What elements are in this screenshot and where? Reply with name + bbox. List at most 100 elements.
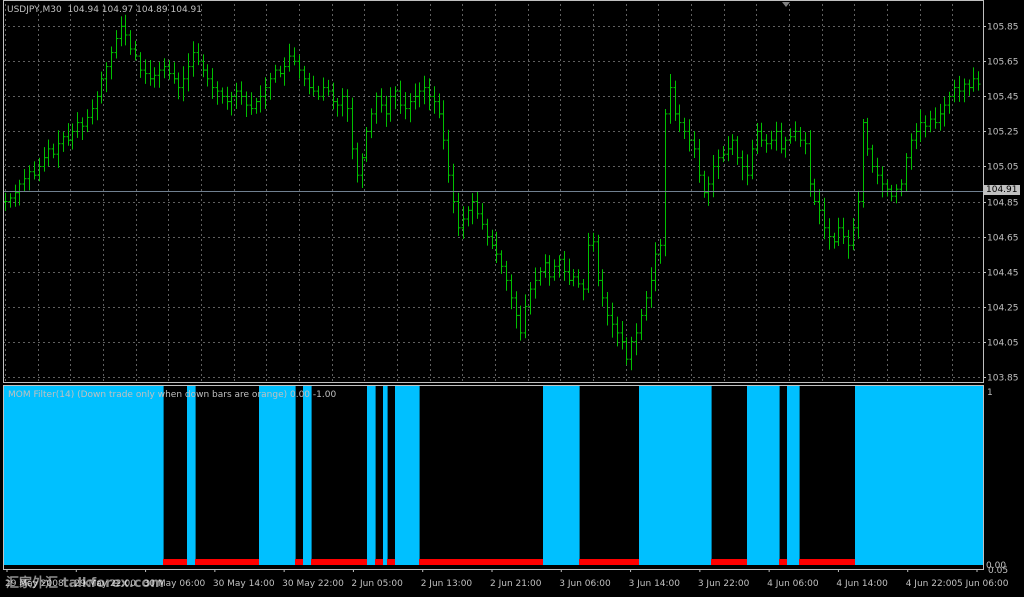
indicator-bar-up xyxy=(919,385,924,565)
indicator-bar-down xyxy=(595,559,600,565)
indicator-bar-up xyxy=(543,385,548,565)
indicator-bar-up xyxy=(859,385,864,565)
indicator-bar-up xyxy=(559,385,564,565)
indicator-bar-down xyxy=(311,559,316,565)
indicator-bar-down xyxy=(495,559,500,565)
indicator-bar-up xyxy=(411,385,416,565)
indicator-bar-down xyxy=(847,559,852,565)
indicator-bar-down xyxy=(355,559,360,565)
indicator-bar-down xyxy=(711,559,716,565)
indicator-bar-up xyxy=(15,385,20,565)
indicator-bar-up xyxy=(687,385,692,565)
indicator-bar-down xyxy=(843,559,848,565)
indicator-bar-down xyxy=(443,559,448,565)
indicator-bar-up xyxy=(63,385,68,565)
indicator-bar-up xyxy=(659,385,664,565)
indicator-bar-down xyxy=(295,559,300,565)
indicator-bar-up xyxy=(691,385,696,565)
indicator-bar-up xyxy=(927,385,932,565)
symbol-label: USDJPY,M30 xyxy=(7,5,62,15)
indicator-bar-down xyxy=(535,559,540,565)
indicator-bar-down xyxy=(515,559,520,565)
indicator-bar-up xyxy=(43,385,48,565)
indicator-bar-up xyxy=(23,385,28,565)
indicator-bar-up xyxy=(67,385,72,565)
indicator-bar-down xyxy=(627,559,632,565)
indicator-bar-down xyxy=(299,559,304,565)
indicator-bar-up xyxy=(675,385,680,565)
indicator-bar-up xyxy=(699,385,704,565)
indicator-bar-up xyxy=(939,385,944,565)
indicator-bar-up xyxy=(395,385,400,565)
time-tick-label: 5 Jun 06:00 xyxy=(957,579,1009,589)
indicator-bar-up xyxy=(83,385,88,565)
indicator-bar-down xyxy=(227,559,232,565)
indicator-bar-up xyxy=(79,385,84,565)
indicator-bar-up xyxy=(979,385,984,565)
indicator-bar-down xyxy=(715,559,720,565)
indicator-bar-down xyxy=(635,559,640,565)
indicator-bar-up xyxy=(879,385,884,565)
indicator-bar-down xyxy=(231,559,236,565)
indicator-bar-down xyxy=(719,559,724,565)
indicator-bar-up xyxy=(11,385,16,565)
indicator-bar-up xyxy=(399,385,404,565)
indicator-bar-down xyxy=(171,559,176,565)
indicator-bar-up xyxy=(703,385,708,565)
indicator-bar-down xyxy=(375,559,380,565)
indicator-bar-up xyxy=(967,385,972,565)
indicator-bar-down xyxy=(835,559,840,565)
indicator-bar-down xyxy=(247,559,252,565)
indicator-bar-down xyxy=(539,559,544,565)
indicator-pane[interactable] xyxy=(3,385,984,565)
indicator-bar-down xyxy=(471,559,476,565)
indicator-bar-up xyxy=(59,385,64,565)
indicator-bar-up xyxy=(267,385,272,565)
indicator-bar-down xyxy=(219,559,224,565)
indicator-bar-down xyxy=(447,559,452,565)
indicator-bar-up xyxy=(7,385,12,565)
indicator-bar-up xyxy=(795,385,800,565)
indicator-bar-down xyxy=(631,559,636,565)
chart-window[interactable]: 105.85 105.65 105.45 105.25 105.05 104.85 104.… xyxy=(0,0,1024,594)
indicator-bar-down xyxy=(803,559,808,565)
indicator-bar-up xyxy=(891,385,896,565)
indicator-bar-down xyxy=(811,559,816,565)
indicator-bar-down xyxy=(475,559,480,565)
indicator-bar-up xyxy=(887,385,892,565)
indicator-bar-down xyxy=(519,559,524,565)
indicator-bar-up xyxy=(551,385,556,565)
indicator-bar-up xyxy=(963,385,968,565)
indicator-bar-up xyxy=(695,385,700,565)
price-tick-label: 105.45 xyxy=(987,93,1019,103)
chart-title: USDJPY,M30 104.94 104.97 104.89 104.91 xyxy=(7,5,202,15)
indicator-bar-up xyxy=(867,385,872,565)
indicator-bar-up xyxy=(407,385,412,565)
indicator-bar-up xyxy=(679,385,684,565)
indicator-bar-up xyxy=(131,385,136,565)
indicator-bar-down xyxy=(167,559,172,565)
chart-canvas[interactable]: 105.85 105.65 105.45 105.25 105.05 104.85 104.… xyxy=(0,0,1024,594)
indicator-bar-down xyxy=(779,559,784,565)
indicator-bar-up xyxy=(575,385,580,565)
indicator-bar-up xyxy=(143,385,148,565)
time-tick-label: 4 Jun 06:00 xyxy=(767,579,819,589)
indicator-bar-down xyxy=(207,559,212,565)
time-tick-label: 4 Jun 14:00 xyxy=(836,579,888,589)
indicator-bar-down xyxy=(799,559,804,565)
indicator-bar-down xyxy=(527,559,532,565)
price-tick-label: 103.85 xyxy=(987,374,1019,384)
price-tick-label: 104.45 xyxy=(987,269,1019,279)
indicator-bar-down xyxy=(431,559,436,565)
time-tick-label: 3 Jun 06:00 xyxy=(559,579,611,589)
indicator-bar-down xyxy=(195,559,200,565)
indicator-bar-up xyxy=(287,385,292,565)
time-tick-label: 4 Jun 22:00 xyxy=(906,579,958,589)
price-tick-label: 105.65 xyxy=(987,58,1019,68)
indicator-bar-down xyxy=(343,559,348,565)
current-price-tag: 104.91 xyxy=(984,185,1020,195)
indicator-bar-down xyxy=(175,559,180,565)
indicator-bar-up xyxy=(303,385,308,565)
indicator-bar-down xyxy=(351,559,356,565)
indicator-bar-up xyxy=(135,385,140,565)
